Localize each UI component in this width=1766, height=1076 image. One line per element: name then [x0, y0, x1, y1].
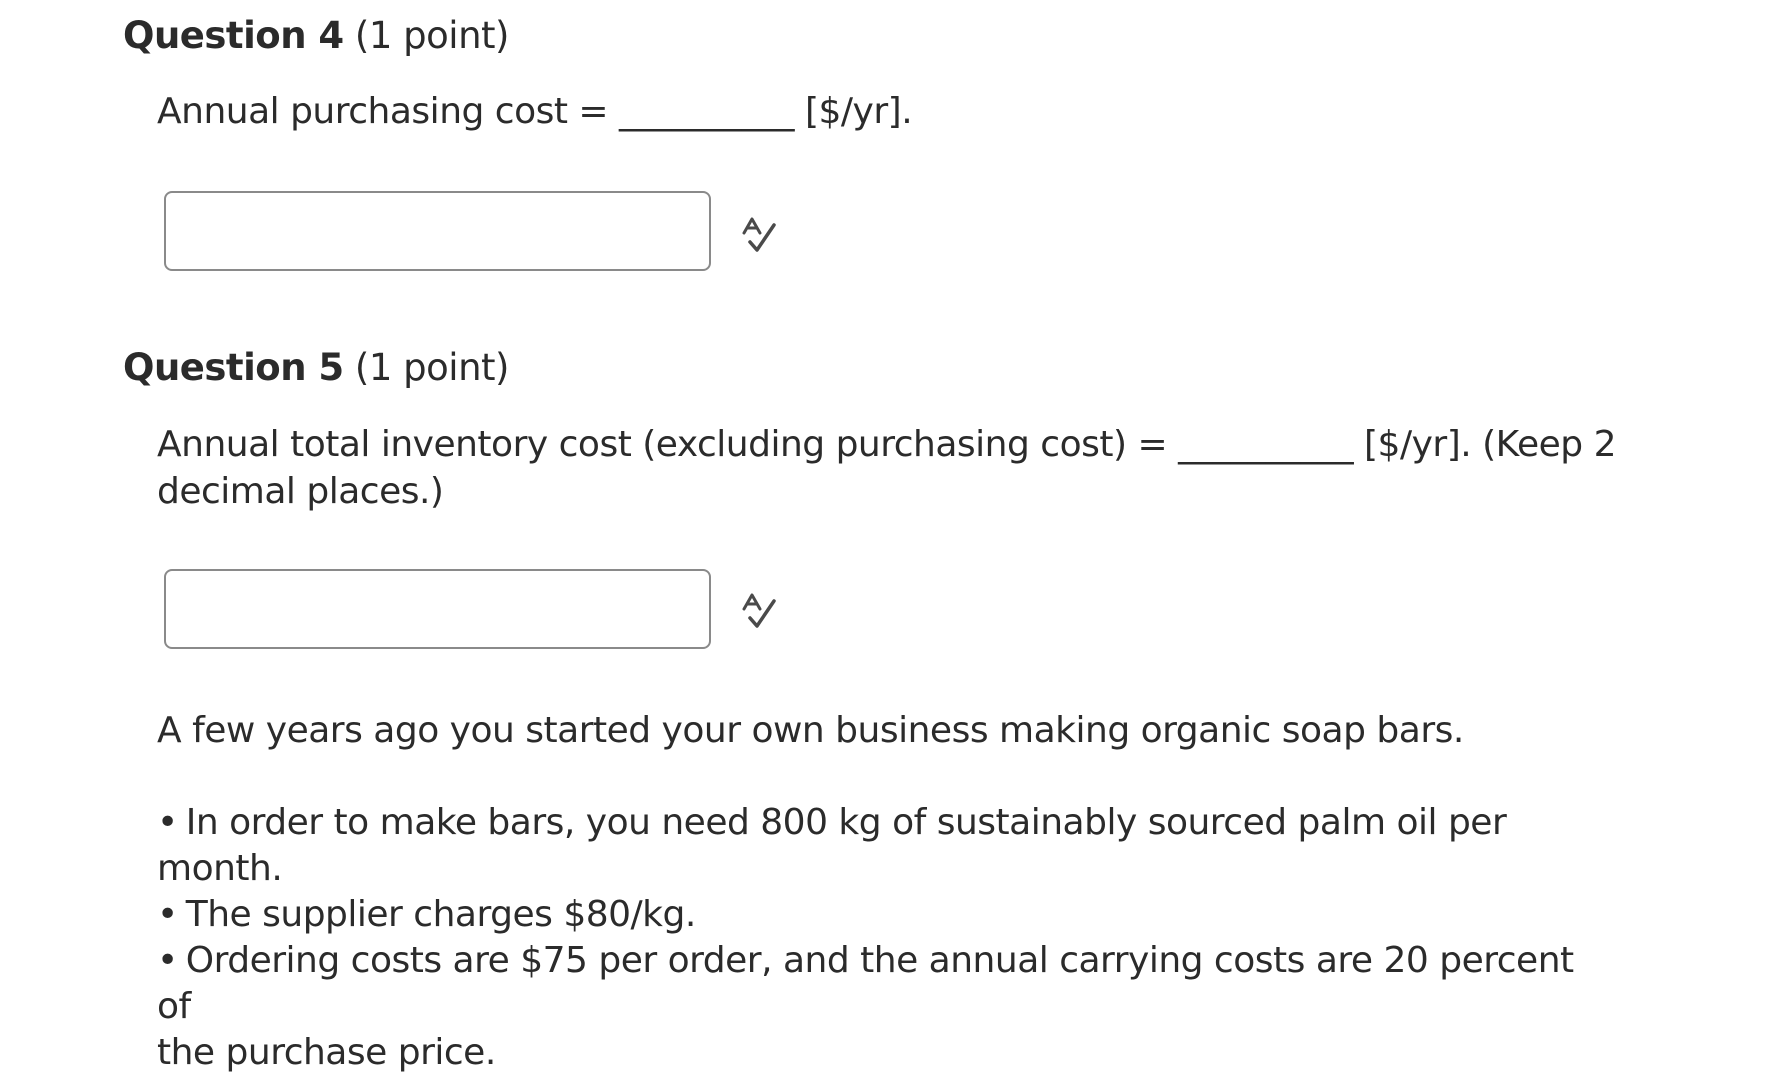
list-item: • Ordering costs are $75 per order, and t… [157, 938, 1607, 1030]
question-4-header: Question 4 (1 point) [123, 14, 509, 58]
scenario-bullet-list: • In order to make bars, you need 800 kg … [157, 800, 1607, 1076]
question-4-points: (1 point) [343, 14, 510, 57]
question-5-header: Question 5 (1 point) [123, 346, 509, 390]
question-4-prompt: Annual purchasing cost = __________ [$/y… [157, 91, 913, 132]
scenario-intro: A few years ago you started your own bus… [157, 710, 1464, 751]
question-5-prompt-line-1: Annual total inventory cost (excluding p… [157, 424, 1616, 465]
list-item-continuation: the purchase price. [157, 1032, 496, 1073]
question-4-answer-input[interactable] [164, 191, 711, 271]
bullet-text: The supplier charges $80/kg. [185, 894, 697, 935]
bullet-text: In order to make bars, you need 800 kg o… [157, 802, 1507, 889]
question-5-prompt: Annual total inventory cost (excluding p… [157, 421, 1717, 515]
question-5-prompt-line-2: decimal places.) [157, 471, 444, 512]
spellcheck-icon[interactable] [740, 591, 780, 631]
bullet-icon: • [157, 940, 178, 981]
question-4-title: Question 4 [123, 14, 344, 57]
question-5-points: (1 point) [343, 346, 510, 389]
list-item: • The supplier charges $80/kg. [157, 892, 1607, 938]
question-5-title: Question 5 [123, 346, 344, 389]
bullet-icon: • [157, 894, 178, 935]
bullet-text: Ordering costs are $75 per order, and th… [157, 940, 1574, 1027]
question-5-answer-input[interactable] [164, 569, 711, 649]
bullet-icon: • [157, 802, 178, 843]
list-item: • In order to make bars, you need 800 kg … [157, 800, 1607, 892]
spellcheck-icon[interactable] [740, 215, 780, 255]
